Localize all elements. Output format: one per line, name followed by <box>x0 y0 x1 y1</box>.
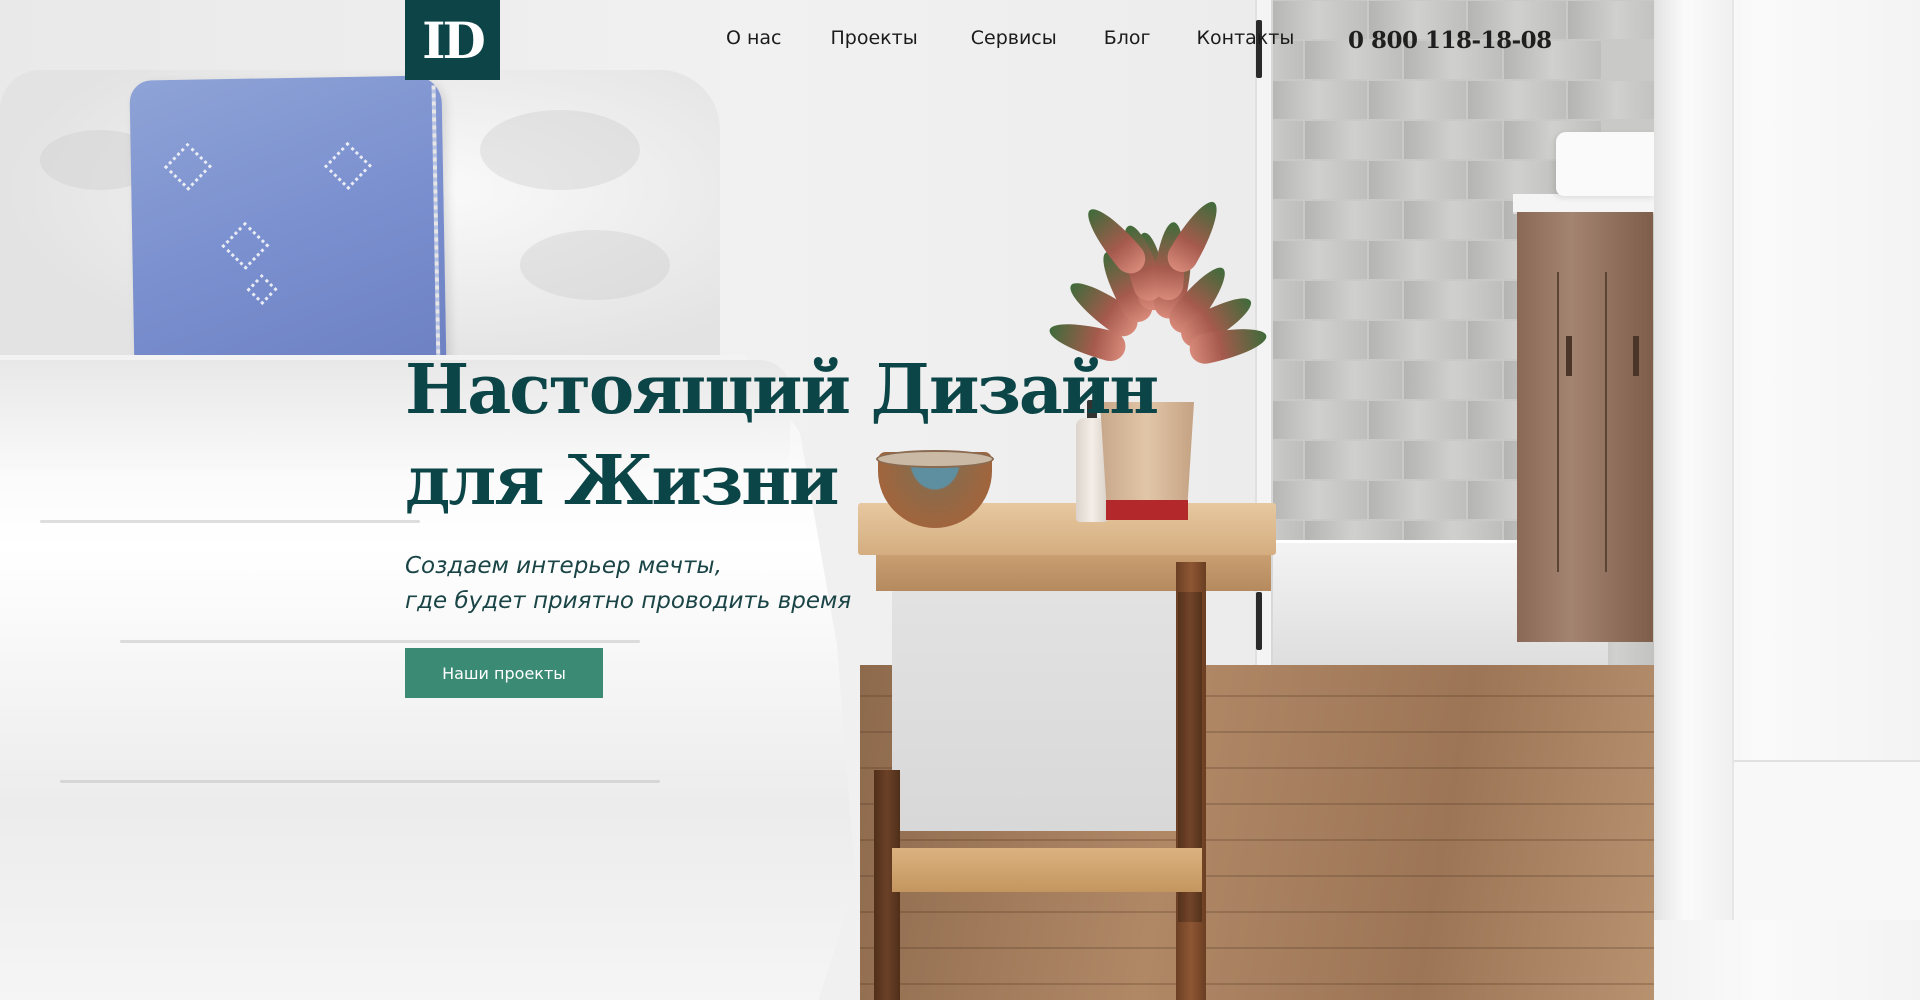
nightstand-shadow <box>892 591 1192 831</box>
site-header: ID О нас Проекты Сервисы Блог Контакты 0… <box>0 0 1920 80</box>
main-nav: О нас Проекты Сервисы Блог Контакты <box>726 27 1294 49</box>
nav-link-services[interactable]: Сервисы <box>971 27 1057 49</box>
sink <box>1556 132 1656 196</box>
baseboard <box>1734 760 1920 920</box>
hero-subtitle: Создаем интерьер мечты, где будет приятн… <box>405 549 1165 619</box>
door-hinge <box>1256 592 1262 650</box>
hero-title-line-2: для Жизни <box>405 441 839 521</box>
bathroom-vanity <box>1517 212 1653 642</box>
vanity-handle <box>1633 336 1639 376</box>
nav-link-about[interactable]: О нас <box>726 27 782 49</box>
tile-row <box>1268 120 1602 160</box>
nav-link-projects[interactable]: Проекты <box>831 27 918 49</box>
vanity-handle <box>1566 336 1572 376</box>
duvet-crease <box>40 520 420 523</box>
hero-subtitle-line-1: Создаем интерьер мечты, <box>405 553 722 579</box>
tile-row <box>1268 80 1666 120</box>
nightstand-rail <box>892 848 1202 892</box>
blue-pillow <box>129 75 447 381</box>
door-post <box>1654 0 1734 920</box>
vanity-countertop <box>1513 194 1661 214</box>
duvet-crease <box>60 780 660 783</box>
hero-title-line-1: Настоящий Дизайн <box>405 350 1159 430</box>
logo-link[interactable]: ID <box>405 0 500 80</box>
hero-section: Настоящий Дизайн для Жизни Создаем интер… <box>405 345 1165 619</box>
nav-link-contacts[interactable]: Контакты <box>1197 27 1295 49</box>
phone-link[interactable]: 0 800 118-18-08 <box>1348 27 1552 54</box>
nav-link-blog[interactable]: Блог <box>1104 27 1151 49</box>
hero-title: Настоящий Дизайн для Жизни <box>405 345 1165 527</box>
duvet-crease <box>120 640 640 643</box>
hero-subtitle-line-2: где будет приятно проводить время <box>405 588 852 614</box>
our-projects-button[interactable]: Наши проекты <box>405 648 603 698</box>
